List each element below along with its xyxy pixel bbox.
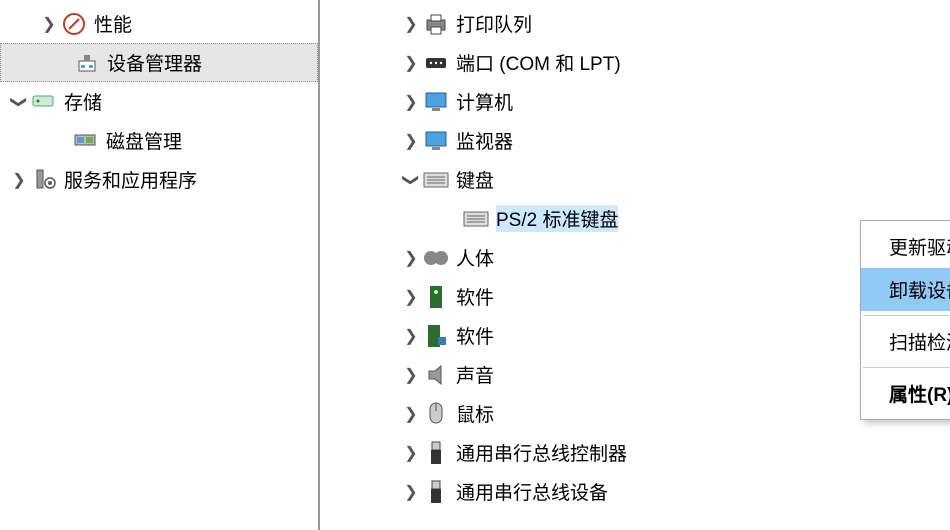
chevron-right-icon[interactable]: ❯ — [400, 287, 422, 307]
tree-label: 端口 (COM 和 LPT) — [456, 49, 621, 76]
chevron-right-icon[interactable]: ❯ — [8, 170, 30, 190]
port-icon — [422, 49, 450, 77]
chevron-right-icon[interactable]: ❯ — [400, 131, 422, 151]
menu-properties[interactable]: 属性(R) — [861, 372, 950, 415]
tree-item-services-apps[interactable]: ❯ 服务和应用程序 — [0, 160, 318, 199]
chevron-right-icon[interactable]: ❯ — [400, 443, 422, 463]
tree-label: 设备管理器 — [107, 49, 202, 76]
menu-separator — [863, 367, 950, 368]
left-nav-tree: ❯ 性能 设备管理器 ❯ 存储 磁盘管理 ❯ 服务和应用程序 — [0, 0, 320, 530]
chevron-down-icon[interactable]: ❯ — [9, 91, 29, 113]
device-tree: ❯ 打印队列 ❯ 端口 (COM 和 LPT) ❯ 计算机 ❯ 监视器 ❯ 键盘 — [320, 0, 950, 530]
tree-label: 人体 — [456, 244, 494, 271]
gamepad-icon — [422, 244, 450, 272]
tree-item-usb-controllers[interactable]: ❯ 通用串行总线控制器 — [320, 433, 950, 472]
tree-label: 存储 — [64, 88, 102, 115]
menu-update-driver[interactable]: 更新驱动程序(P) — [861, 225, 950, 268]
tree-label: 软件 — [456, 283, 494, 310]
tree-label: 键盘 — [456, 166, 494, 193]
performance-icon — [60, 10, 88, 38]
chevron-right-icon[interactable]: ❯ — [400, 365, 422, 385]
chevron-right-icon[interactable]: ❯ — [400, 92, 422, 112]
tree-item-disk-management[interactable]: 磁盘管理 — [0, 121, 318, 160]
speaker-icon — [422, 361, 450, 389]
tree-label: 磁盘管理 — [106, 127, 182, 154]
tree-item-print-queue[interactable]: ❯ 打印队列 — [320, 4, 950, 43]
tree-label: 软件 — [456, 322, 494, 349]
tree-item-device-manager[interactable]: 设备管理器 — [0, 43, 318, 82]
services-icon — [30, 166, 58, 194]
tree-item-software2[interactable]: ❯ 软件 — [320, 316, 950, 355]
disk-icon — [72, 127, 100, 155]
tree-item-keyboard[interactable]: ❯ 键盘 — [320, 160, 950, 199]
tree-label: 监视器 — [456, 127, 513, 154]
menu-separator — [863, 315, 950, 316]
mouse-icon — [422, 400, 450, 428]
device-manager-icon — [73, 49, 101, 77]
chevron-down-icon[interactable]: ❯ — [401, 169, 421, 191]
chevron-right-icon[interactable]: ❯ — [400, 404, 422, 424]
keyboard-icon — [462, 205, 490, 233]
tree-label: 打印队列 — [456, 10, 532, 37]
tree-label: PS/2 标准键盘 — [496, 205, 618, 232]
component-icon — [422, 322, 450, 350]
tree-label: 通用串行总线控制器 — [456, 439, 627, 466]
chevron-right-icon[interactable]: ❯ — [400, 248, 422, 268]
usb-icon — [422, 439, 450, 467]
tree-item-storage[interactable]: ❯ 存储 — [0, 82, 318, 121]
storage-icon — [30, 88, 58, 116]
tree-item-ps2-keyboard[interactable]: PS/2 标准键盘 — [320, 199, 950, 238]
tree-item-performance[interactable]: ❯ 性能 — [0, 4, 318, 43]
context-menu: 更新驱动程序(P) 卸载设备(U) 扫描检测硬件改动(A) 属性(R) — [860, 220, 950, 420]
tree-label: 鼠标 — [456, 400, 494, 427]
printer-icon — [422, 10, 450, 38]
chevron-right-icon[interactable]: ❯ — [38, 14, 60, 34]
chevron-right-icon[interactable]: ❯ — [400, 482, 422, 502]
tree-item-ports[interactable]: ❯ 端口 (COM 和 LPT) — [320, 43, 950, 82]
chevron-right-icon[interactable]: ❯ — [400, 53, 422, 73]
tree-label: 性能 — [94, 10, 132, 37]
tree-label: 通用串行总线设备 — [456, 478, 608, 505]
tree-label: 服务和应用程序 — [64, 166, 197, 193]
monitor-icon — [422, 88, 450, 116]
chevron-right-icon[interactable]: ❯ — [400, 326, 422, 346]
keyboard-icon — [422, 166, 450, 194]
tree-item-mouse[interactable]: ❯ 鼠标 — [320, 394, 950, 433]
tree-item-hid[interactable]: ❯ 人体 — [320, 238, 950, 277]
tree-item-usb-devices[interactable]: ❯ 通用串行总线设备 — [320, 472, 950, 511]
component-icon — [422, 283, 450, 311]
monitor-icon — [422, 127, 450, 155]
menu-uninstall-device[interactable]: 卸载设备(U) — [861, 268, 950, 311]
tree-label: 声音 — [456, 361, 494, 388]
tree-label: 计算机 — [456, 88, 513, 115]
tree-item-software1[interactable]: ❯ 软件 — [320, 277, 950, 316]
usb-icon — [422, 478, 450, 506]
tree-item-computer[interactable]: ❯ 计算机 — [320, 82, 950, 121]
chevron-right-icon[interactable]: ❯ — [400, 14, 422, 34]
tree-item-sound[interactable]: ❯ 声音 — [320, 355, 950, 394]
menu-scan-hardware[interactable]: 扫描检测硬件改动(A) — [861, 320, 950, 363]
tree-item-monitor[interactable]: ❯ 监视器 — [320, 121, 950, 160]
